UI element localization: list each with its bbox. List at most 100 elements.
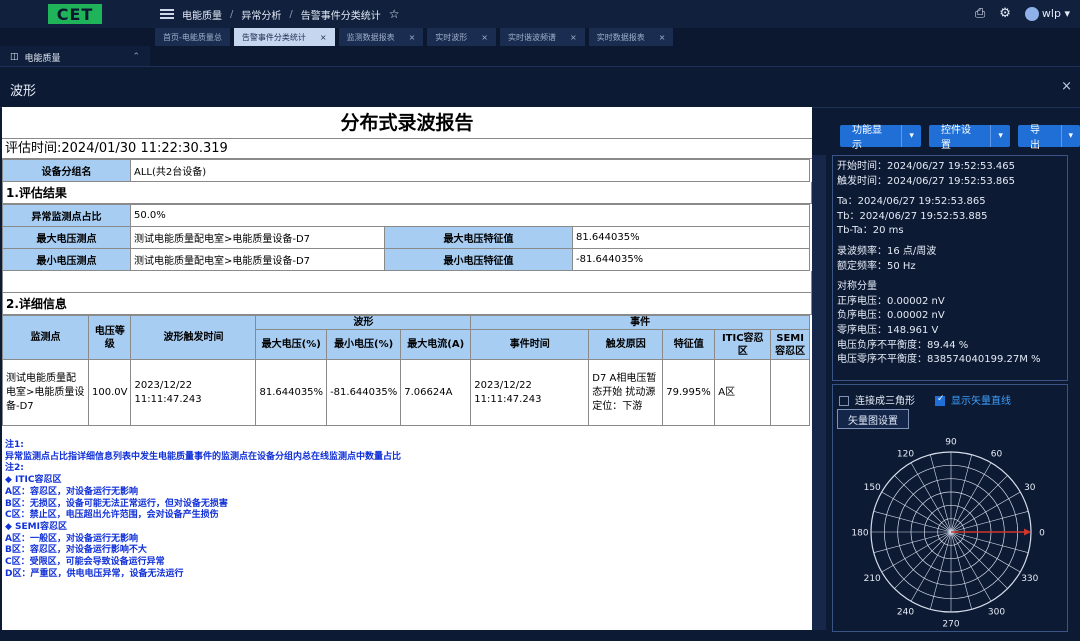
- tab-label: 实时谐波频谱: [508, 32, 556, 42]
- menu-icon[interactable]: [160, 9, 174, 19]
- tab-harmonic-spectrum[interactable]: 实时谐波频谱 ×: [500, 28, 585, 46]
- breadcrumb-item-2[interactable]: 异常分析: [241, 7, 281, 22]
- avatar: [1024, 6, 1039, 21]
- logo-text: CET: [48, 4, 102, 24]
- report-notes: 注1: 异常监测点占比指详细信息列表中发生电能质量事件的监测点在设备分组内总在线…: [2, 426, 812, 580]
- tab-label: 告警事件分类统计: [241, 32, 306, 42]
- polar-spoke: [894, 531, 952, 589]
- button-label: 功能显示: [840, 125, 903, 151]
- tab-label: 实时数据报表: [596, 32, 645, 42]
- polar-spoke: [950, 491, 1021, 533]
- dialog-title: 波形: [10, 84, 37, 99]
- polar-angle-label: 330: [1021, 574, 1038, 584]
- note-line: 注2:: [5, 463, 24, 474]
- close-icon[interactable]: ×: [1061, 79, 1072, 94]
- breadcrumb: 电能质量 / 异常分析 / 告警事件分类统计: [182, 7, 381, 22]
- polar-spoke: [910, 531, 952, 602]
- group-value: ALL(共2台设备): [130, 159, 810, 182]
- min-point-label: 最小电压测点: [2, 248, 131, 271]
- chevron-down-icon: ▾: [1064, 6, 1070, 20]
- tb-time: Tb：2024/06/27 19:52:53.885: [837, 210, 988, 222]
- sidebar-item-power-quality[interactable]: ◫ 电能质量 ⌃: [0, 46, 150, 68]
- close-icon[interactable]: ×: [320, 33, 327, 42]
- cell-itic: A区: [714, 359, 772, 426]
- tb-ta: Tb-Ta：20 ms: [837, 225, 904, 237]
- section-eval-results: 1.评估结果: [2, 182, 812, 204]
- vector-settings-button[interactable]: 矢量图设置: [837, 409, 909, 429]
- function-display-button[interactable]: 功能显示 ▾: [840, 125, 922, 151]
- waveform-dialog: 波形 × 分布式录波报告 评估时间:2024/01/30 11:22:30.31…: [0, 66, 1080, 641]
- vector-line-checkbox[interactable]: 显示矢量直线: [935, 392, 1011, 407]
- group-label: 设备分组名: [2, 159, 131, 182]
- tab-label: 实时波形: [435, 32, 468, 42]
- cell-semi: [770, 359, 810, 426]
- polar-angle-label: 270: [942, 620, 959, 630]
- chevron-down-icon[interactable]: ▾: [1062, 131, 1080, 141]
- rated-frequency: 额定频率：50 Hz: [837, 260, 916, 272]
- tab-realtime-wave[interactable]: 实时波形 ×: [427, 28, 496, 46]
- button-label: 导出: [1018, 125, 1062, 151]
- chevron-down-icon[interactable]: ▾: [902, 131, 921, 141]
- close-icon[interactable]: ×: [570, 33, 577, 42]
- checkbox-icon: [839, 396, 849, 406]
- chevron-down-icon[interactable]: ▾: [991, 131, 1010, 141]
- checkbox-label: 显示矢量直线: [951, 396, 1011, 407]
- tab-home[interactable]: 首页-电能质量总: [155, 28, 230, 46]
- panel-toolbar: 功能显示 ▾ 控件设置 ▾ 导出 ▾: [840, 125, 1080, 151]
- section-details: 2.详细信息: [2, 293, 812, 315]
- tab-label: 首页-电能质量总: [163, 32, 222, 42]
- report-title: 分布式录波报告: [2, 107, 812, 139]
- col-group-wave: 波形: [255, 315, 472, 330]
- tab-alarm-stats[interactable]: 告警事件分类统计 ×: [233, 28, 335, 46]
- breadcrumb-separator: /: [230, 8, 234, 20]
- app-header: CET 电能质量 / 异常分析 / 告警事件分类统计 ☆ ⎙ ⚙ wlp ▾: [0, 0, 1080, 28]
- vector-arrowhead: [1024, 528, 1031, 536]
- negative-unbalance: 电压负序不平衡度：89.44 %: [837, 339, 969, 351]
- tab-bar: 首页-电能质量总 告警事件分类统计 × 监测数据报表 × 实时波形 × 实时谐波频谱 ×…: [155, 28, 674, 46]
- screenshot-icon[interactable]: ⎙: [975, 6, 985, 21]
- polar-angle-label: 210: [864, 574, 881, 584]
- report-scroll-track[interactable]: [812, 155, 826, 630]
- user-menu[interactable]: wlp ▾: [1024, 6, 1070, 21]
- cell-max-current: 7.06624A: [400, 359, 472, 426]
- tab-realtime-report[interactable]: 实时数据报表 ×: [588, 28, 674, 46]
- min-feature-value: -81.644035%: [572, 248, 810, 271]
- close-icon[interactable]: ×: [409, 33, 416, 42]
- cell-point: 测试电能质量配电室>电能质量设备-D7: [2, 359, 89, 426]
- export-button[interactable]: 导出 ▾: [1018, 125, 1080, 151]
- eval-time: 评估时间:2024/01/30 11:22:30.319: [2, 139, 812, 159]
- monitor-icon: ◫: [10, 52, 19, 62]
- col-group-event: 事件: [470, 315, 810, 330]
- note-line: ◆ SEMI容忍区: [5, 521, 67, 532]
- vector-panel: 连接成三角形 显示矢量直线 矢量图设置 0 30 60 90 120 150 180 210 2…: [832, 384, 1068, 632]
- close-icon[interactable]: ×: [659, 33, 666, 42]
- cell-feature: 79.995%: [662, 359, 716, 426]
- tab-monitor-report[interactable]: 监测数据报表 ×: [338, 28, 424, 46]
- polar-angle-label: 120: [897, 450, 914, 460]
- polar-angle-label: 300: [988, 607, 1005, 617]
- polar-angle-label: 30: [1024, 483, 1036, 493]
- polar-spoke: [950, 531, 1021, 573]
- control-settings-button[interactable]: 控件设置 ▾: [929, 125, 1011, 151]
- note-line: A区：一般区，对设备运行无影响: [5, 533, 138, 544]
- abnormal-ratio-label: 异常监测点占比: [2, 204, 131, 227]
- cell-trigger-time: 2023/12/22 11:11:47.243: [130, 359, 257, 426]
- triangle-checkbox[interactable]: 连接成三角形: [839, 392, 915, 407]
- col-min-voltage: 最小电压(%): [326, 329, 402, 360]
- polar-angle-label: 240: [897, 607, 914, 617]
- note-line: D区：严重区，供电电压异常，设备无法运行: [5, 568, 184, 579]
- min-feature-label: 最小电压特征值: [384, 248, 573, 271]
- note-line: B区：容忍区，对设备运行影响不大: [5, 545, 147, 556]
- col-feature: 特征值: [662, 329, 716, 360]
- favorite-star-icon[interactable]: ☆: [389, 7, 400, 21]
- close-icon[interactable]: ×: [481, 33, 488, 42]
- col-cause: 触发原因: [588, 329, 664, 360]
- gear-icon[interactable]: ⚙: [999, 6, 1011, 21]
- zero-seq-voltage: 零序电压：148.961 V: [837, 324, 939, 336]
- breadcrumb-item-1[interactable]: 电能质量: [182, 7, 222, 22]
- col-max-voltage: 最大电压(%): [255, 329, 328, 360]
- header-actions: ⎙ ⚙ wlp ▾: [975, 6, 1070, 21]
- trigger-time: 触发时间：2024/06/27 19:52:53.865: [837, 175, 1015, 187]
- breadcrumb-item-3[interactable]: 告警事件分类统计: [301, 7, 381, 22]
- report-document: 分布式录波报告 评估时间:2024/01/30 11:22:30.319 设备分…: [2, 107, 812, 630]
